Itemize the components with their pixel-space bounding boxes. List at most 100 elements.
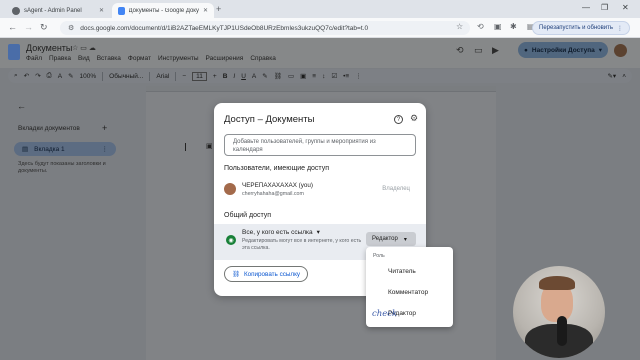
history-icon[interactable]: ⟲ xyxy=(477,22,484,31)
bookmark-star-icon[interactable]: ☆ xyxy=(456,22,463,31)
avatar xyxy=(224,183,236,195)
text-color-icon[interactable]: A xyxy=(252,73,256,80)
font-size-decrease-icon[interactable]: − xyxy=(182,73,186,80)
menu-edit[interactable]: Правка xyxy=(49,55,71,62)
site-info-icon[interactable]: ⚙ xyxy=(68,24,74,32)
menu-help[interactable]: Справка xyxy=(250,55,276,62)
tab-doc-icon: ▤ xyxy=(22,146,29,153)
menu-dots-icon: ⋮ xyxy=(617,25,623,32)
title-actions: ☆ ▭ ☁ xyxy=(72,44,96,52)
style-select[interactable]: Обычный... xyxy=(109,73,143,80)
help-icon[interactable]: ? xyxy=(394,115,403,124)
copy-link-button[interactable]: ⛓ Копировать ссылку xyxy=(224,266,308,282)
menu-extensions[interactable]: Расширения xyxy=(206,55,244,62)
spellcheck-icon[interactable]: A xyxy=(58,73,62,80)
comment-add-icon[interactable]: ▭ xyxy=(288,72,294,80)
align-icon[interactable]: ≡ xyxy=(312,73,316,80)
menu-insert[interactable]: Вставка xyxy=(97,55,121,62)
browser-tab-docs[interactable]: Документы - Google Докумен... ✕ xyxy=(112,3,214,18)
microphone-icon xyxy=(557,316,567,346)
history-icon[interactable]: ⟲ xyxy=(456,45,464,56)
minimize-icon[interactable]: — xyxy=(582,3,590,12)
meet-icon[interactable]: ▶ xyxy=(492,45,499,56)
chevron-down-icon: ▾ xyxy=(403,236,407,243)
tab-hint-text: Здесь будут показаны заголовки и докумен… xyxy=(18,161,106,175)
paint-format-icon[interactable]: ✎ xyxy=(68,72,73,80)
forward-icon[interactable]: → xyxy=(24,22,33,32)
font-size-increase-icon[interactable]: + xyxy=(213,73,217,80)
close-icon[interactable]: ✕ xyxy=(99,7,104,14)
docs-favicon-icon xyxy=(118,6,125,15)
tab-title: sAgent - Admin Panel xyxy=(24,7,82,14)
role-select[interactable]: Редактор ▾ xyxy=(366,232,416,246)
new-tab-icon[interactable]: + xyxy=(216,4,221,14)
docs-logo-icon[interactable] xyxy=(8,44,20,60)
menu-tools[interactable]: Инструменты xyxy=(158,55,199,62)
close-icon[interactable]: ✕ xyxy=(203,7,208,14)
italic-icon[interactable]: I xyxy=(233,73,235,80)
role-option-commenter[interactable]: Комментатор xyxy=(388,289,428,296)
browser-tab-bar: sAgent - Admin Panel ✕ Документы - Googl… xyxy=(0,0,640,18)
search-menus-icon[interactable]: ⌕ xyxy=(14,72,18,80)
role-select-value: Редактор xyxy=(372,236,398,242)
owner-name: ЧЕРЕПАХАХАХАХ (you) xyxy=(242,182,314,189)
print-icon[interactable]: ⎙ xyxy=(47,72,52,80)
underline-icon[interactable]: U xyxy=(241,73,246,80)
menu-view[interactable]: Вид xyxy=(78,55,90,62)
redo-icon[interactable]: ↷ xyxy=(35,72,40,80)
star-icon[interactable]: ☆ xyxy=(72,45,78,52)
checklist-icon[interactable]: ☑ xyxy=(331,72,337,80)
owner-role: Владелец xyxy=(382,186,410,192)
share-button[interactable]: ● Настройки Доступа ▾ xyxy=(518,42,608,58)
gear-icon[interactable]: ⚙ xyxy=(410,113,418,124)
presenter-hair xyxy=(539,276,575,290)
account-avatar[interactable] xyxy=(614,44,627,57)
bold-icon[interactable]: B xyxy=(223,73,228,80)
access-description: Редактировать могут все в интернете, у к… xyxy=(242,238,362,252)
access-level-select[interactable]: Все, у кого есть ссылка ▾ xyxy=(242,228,320,237)
link-icon[interactable]: ⛓ xyxy=(274,72,282,80)
puzzle-icon[interactable]: ✱ xyxy=(510,22,517,31)
window-close-icon[interactable]: ✕ xyxy=(622,3,629,12)
document-tab-item[interactable]: ▤ Вкладка 1 ⋮ xyxy=(14,142,116,156)
image-icon[interactable]: ▣ xyxy=(300,72,306,80)
role-option-viewer[interactable]: Читатель xyxy=(388,268,416,275)
zoom-select[interactable]: 100% xyxy=(80,73,97,80)
font-size-input[interactable]: 11 xyxy=(192,71,207,81)
collapse-icon[interactable]: ˄ xyxy=(622,73,626,80)
globe-icon xyxy=(12,6,20,15)
role-menu-header: Роль xyxy=(373,253,385,259)
document-title[interactable]: Документы xyxy=(26,43,72,53)
editing-mode-icon[interactable]: ✎▾ xyxy=(607,72,616,80)
bullets-icon[interactable]: •≡ xyxy=(343,73,349,80)
menu-format[interactable]: Формат xyxy=(128,55,151,62)
owner-email: cherryhahaha@gmail.com xyxy=(242,191,304,197)
margin-comment-icon[interactable]: ▣ xyxy=(206,142,213,150)
add-tab-icon[interactable]: + xyxy=(102,123,107,133)
menu-file[interactable]: Файл xyxy=(26,55,42,62)
font-select[interactable]: Arial xyxy=(156,73,169,80)
url-input[interactable]: ⚙ docs.google.com/document/d/1iB2AZTaeEM… xyxy=(60,21,470,35)
divider xyxy=(149,71,151,81)
more-options-icon[interactable]: ⋮ xyxy=(102,145,109,153)
highlight-icon[interactable]: ✎ xyxy=(262,72,267,80)
maximize-icon[interactable]: ❐ xyxy=(601,3,608,12)
lock-icon: ● xyxy=(523,46,528,54)
move-folder-icon[interactable]: ▭ xyxy=(80,45,87,52)
back-arrow-icon[interactable]: ← xyxy=(17,101,26,111)
cloud-status-icon: ☁ xyxy=(88,45,96,52)
reload-icon[interactable]: ↻ xyxy=(40,22,48,33)
back-icon[interactable]: ← xyxy=(8,22,17,32)
more-icon[interactable]: ⋮ xyxy=(355,72,362,80)
browser-tab-admin[interactable]: sAgent - Admin Panel ✕ xyxy=(6,3,110,18)
owner-row: ЧЕРЕПАХАХАХАХ (you) cherryhahaha@gmail.c… xyxy=(224,181,416,199)
comments-icon[interactable]: ▭ xyxy=(474,45,483,56)
relaunch-button[interactable]: Перезапустить и обновить ⋮ xyxy=(532,21,630,35)
ruler xyxy=(146,86,496,92)
undo-icon[interactable]: ↶ xyxy=(24,72,29,80)
add-people-input[interactable]: Добавьте пользователей, группы и меропри… xyxy=(224,134,416,156)
extension-icon[interactable]: ▣ xyxy=(494,22,502,31)
link-icon: ⛓ xyxy=(231,271,240,278)
webcam-overlay xyxy=(513,266,605,358)
line-spacing-icon[interactable]: ↕ xyxy=(322,73,325,80)
